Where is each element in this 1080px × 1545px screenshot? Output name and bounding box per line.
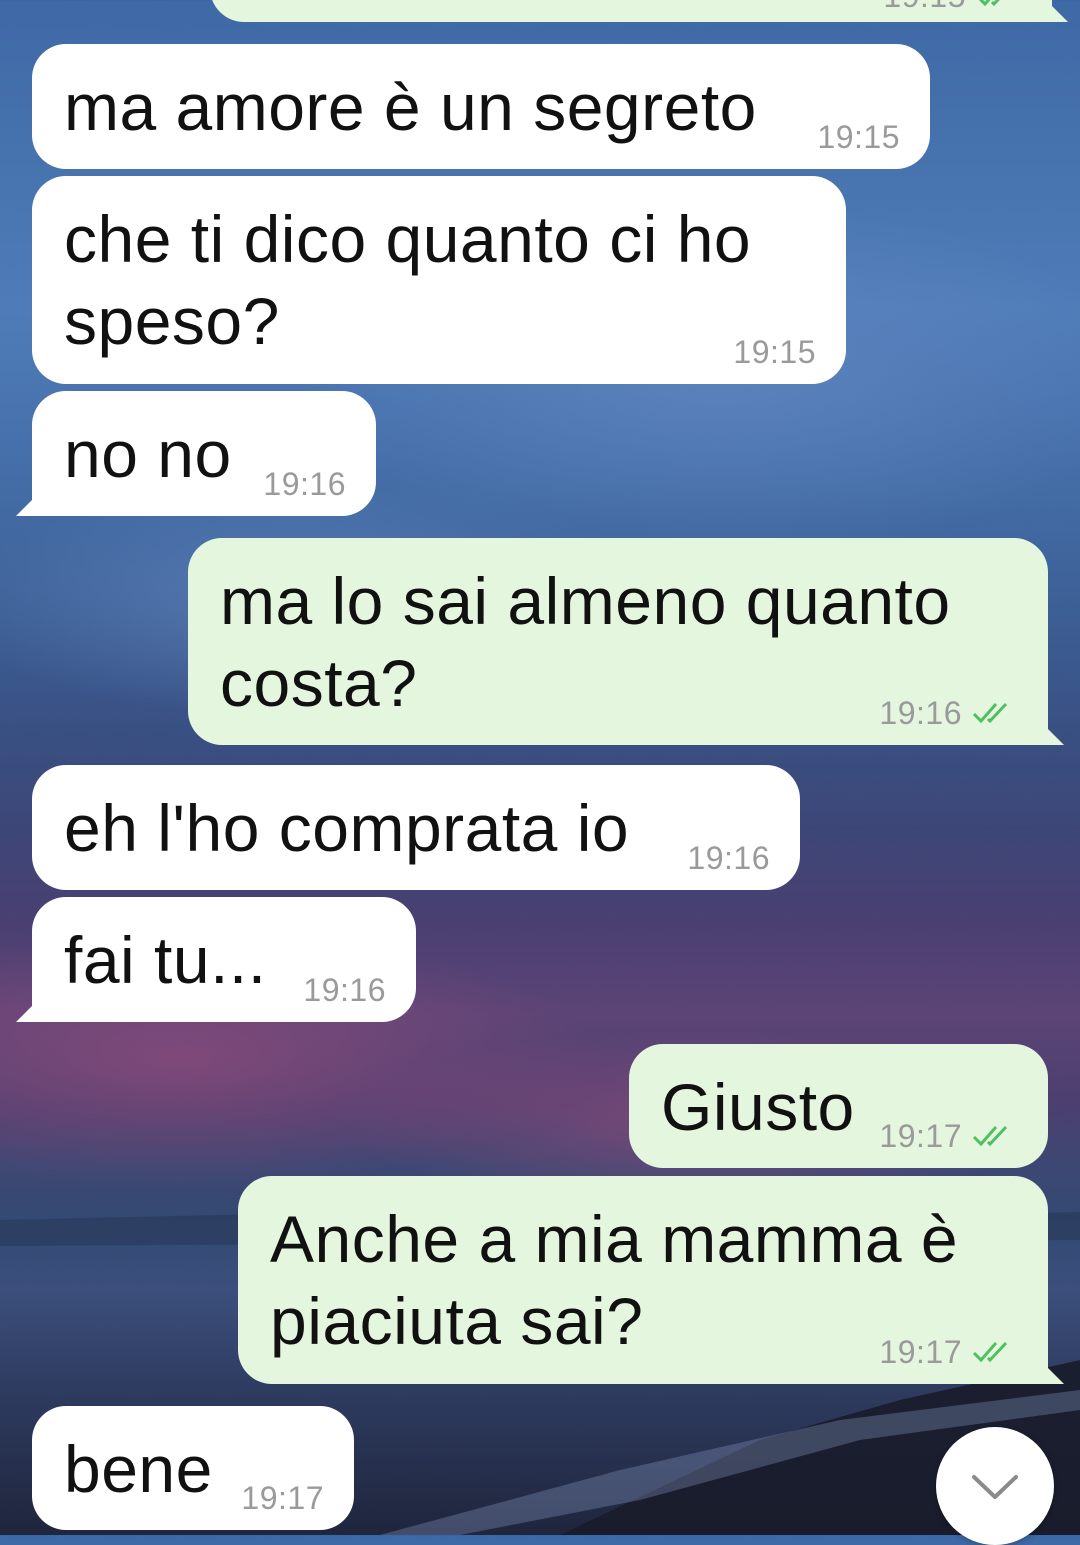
chat-background: 19:15 ma amore è un segreto 19:15 che ti…: [0, 0, 1080, 1545]
double-check-icon: [972, 702, 1008, 724]
message-time: 19:17: [241, 1480, 324, 1516]
message-meta: 19:17: [241, 1482, 324, 1514]
message-time: 19:16: [263, 466, 346, 502]
message-time: 19:15: [733, 334, 816, 370]
message-incoming[interactable]: fai tu... 19:16: [16, 897, 416, 1022]
message-outgoing[interactable]: ma lo sai almeno quanto costa? 19:16: [188, 538, 1064, 745]
message-meta: 19:17: [879, 1120, 1018, 1152]
double-check-icon: [978, 0, 1000, 7]
message-incoming[interactable]: no no 19:16: [16, 391, 376, 516]
message-time: 19:16: [687, 840, 770, 876]
message-time: 19:16: [879, 695, 962, 731]
message-meta: 19:17: [879, 1336, 1018, 1368]
message-meta: 19:16: [263, 468, 346, 500]
message-incoming[interactable]: eh l'ho comprata io 19:16: [32, 765, 800, 890]
message-meta: 19:15: [733, 336, 816, 368]
message-incoming[interactable]: bene 19:17: [32, 1406, 354, 1530]
message-text: ma amore è un segreto: [64, 70, 757, 144]
message-meta: 19:15: [883, 0, 1022, 12]
message-time: 19:16: [303, 972, 386, 1008]
message-incoming[interactable]: che ti dico quanto ci ho speso? 19:15: [32, 176, 846, 384]
message-time: 19:15: [883, 0, 966, 12]
message-meta: 19:15: [817, 121, 900, 153]
message-meta: 19:16: [687, 842, 770, 874]
message-meta: 19:16: [879, 697, 1018, 729]
scroll-to-bottom-button[interactable]: [936, 1427, 1054, 1545]
message-outgoing[interactable]: 19:15: [210, 0, 1068, 22]
message-outgoing[interactable]: Anche a mia mamma è piaciuta sai? 19:17: [238, 1176, 1064, 1384]
chevron-down-icon: [972, 1475, 1018, 1499]
message-meta: 19:16: [303, 974, 386, 1006]
message-time: 19:15: [817, 119, 900, 155]
message-time: 19:17: [879, 1118, 962, 1154]
message-text: eh l'ho comprata io: [64, 791, 630, 865]
message-text: che ti dico quanto ci ho speso?: [64, 202, 752, 358]
message-time: 19:17: [879, 1334, 962, 1370]
double-check-icon: [972, 1125, 1008, 1147]
double-check-icon: [972, 1341, 1008, 1363]
message-incoming[interactable]: ma amore è un segreto 19:15: [32, 44, 930, 169]
message-outgoing[interactable]: Giusto 19:17: [629, 1044, 1048, 1168]
